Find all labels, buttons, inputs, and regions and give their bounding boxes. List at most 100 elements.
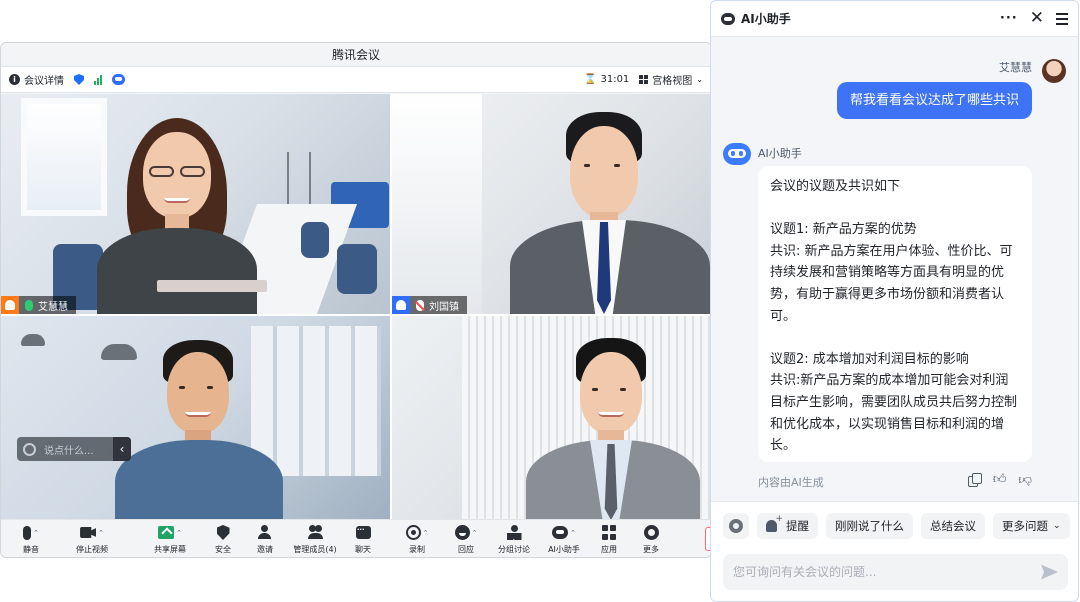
view-switch-button[interactable]: 宫格视图 ⌄ — [639, 72, 703, 87]
summarize-meeting-button[interactable]: 总结会议 — [921, 513, 985, 539]
ai-generated-note: 内容由AI生成 — [758, 476, 824, 489]
caret-up-icon[interactable]: ⌃ — [176, 529, 182, 537]
security-button[interactable]: 安全 — [203, 520, 243, 558]
video-tile-3[interactable] — [1, 316, 390, 521]
response-topic2-body: 共识:新产品方案的成本增加可能会对利润目标产生影响，需要团队成员共后努力控制和优… — [770, 373, 1018, 454]
ai-assistant-button[interactable]: ⌃ AI小助手 — [539, 520, 589, 558]
caret-up-icon[interactable]: ⌃ — [33, 529, 39, 537]
record-button[interactable]: ⌃ 录制 — [391, 520, 443, 558]
toolbar-label: AI小助手 — [548, 544, 580, 554]
response-heading: 会议的议题及共识如下 — [770, 179, 901, 194]
ai-assistant-icon[interactable] — [112, 74, 125, 85]
ask-question-field[interactable] — [723, 554, 1068, 590]
ai-panel-footer: 提醒 刚刚说了什么 总结会议 更多问题 ⌄ — [711, 501, 1078, 601]
meeting-info-bar: i 会议详情 ⌛ 31:01 宫格视图 ⌄ — [1, 67, 711, 93]
invite-button[interactable]: 邀请 — [243, 520, 287, 558]
quick-actions: 提醒 刚刚说了什么 总结会议 更多问题 ⌄ — [723, 513, 1070, 539]
user-avatar — [1042, 59, 1066, 83]
toolbar-label: 安全 — [215, 544, 231, 554]
shield-icon — [216, 525, 230, 540]
members-icon — [307, 525, 323, 540]
thumbs-up-icon[interactable]: 👍︎ — [993, 473, 1007, 486]
ai-assistant-panel: AI小助手 ··· ✕ 艾慧慧 帮我看看会议达成了哪些共识 AI小助手 会议的议… — [710, 0, 1079, 602]
mic-active-icon — [25, 299, 33, 311]
toolbar-label: 回应 — [458, 544, 474, 554]
close-icon[interactable]: ✕ — [1030, 10, 1044, 27]
copy-icon[interactable] — [967, 473, 982, 487]
caret-up-icon[interactable]: ⌃ — [423, 529, 429, 537]
participant-name: 刘国镇 — [429, 301, 459, 313]
send-icon[interactable] — [1041, 564, 1058, 580]
user-name: 艾慧慧 — [999, 61, 1032, 74]
thumbs-down-icon[interactable]: 👍︎ — [1018, 472, 1032, 487]
caret-up-icon[interactable]: ⌃ — [570, 529, 576, 537]
view-label: 宫格视图 — [652, 76, 693, 87]
info-icon: i — [9, 74, 20, 85]
meeting-window: 腾讯会议 i 会议详情 ⌛ 31:01 宫格视图 ⌄ 艾慧慧 刘国镇 说点什么.… — [0, 42, 712, 558]
breakout-rooms-button[interactable]: 分组讨论 — [489, 520, 539, 558]
emoji-icon[interactable] — [23, 442, 36, 456]
timer-text: 31:01 — [600, 74, 630, 85]
chevron-down-icon: ⌄ — [1053, 521, 1061, 531]
chevron-down-icon: ⌄ — [696, 75, 703, 84]
host-icon — [1, 296, 19, 314]
video-tile-2[interactable]: 刘国镇 — [392, 94, 711, 314]
chat-button[interactable]: 聊天 — [343, 520, 383, 558]
more-options-icon[interactable]: ··· — [1000, 11, 1018, 26]
toolbar-label: 录制 — [409, 544, 425, 554]
participant-name-tag: 刘国镇 — [392, 296, 467, 314]
record-icon — [405, 525, 421, 540]
gear-icon — [729, 519, 743, 533]
toolbar-label: 邀请 — [257, 544, 273, 554]
apps-icon — [601, 525, 617, 540]
meeting-info-label: 会议详情 — [24, 76, 64, 87]
ai-assistant-icon — [721, 12, 735, 25]
toolbar-label: 分组讨论 — [498, 544, 530, 554]
background-chair — [337, 244, 377, 294]
just-said-button[interactable]: 刚刚说了什么 — [826, 513, 913, 539]
remind-button[interactable]: 提醒 — [757, 513, 818, 539]
cohost-icon — [392, 296, 410, 314]
background-lamp — [21, 334, 45, 346]
mic-muted-icon — [416, 299, 424, 311]
more-button[interactable]: 更多 — [629, 520, 673, 558]
in-meeting-chat-input[interactable]: 说点什么... ‹ — [17, 437, 131, 461]
ai-bot-name: AI小助手 — [758, 147, 802, 160]
reaction-button[interactable]: ⌃ 回应 — [443, 520, 489, 558]
toolbar-label: 共享屏幕 — [154, 544, 186, 554]
response-topic1-body: 共识: 新产品方案在用户体验、性价比、可持续发展和营销策略等方面具有明显的优势，… — [770, 243, 1013, 324]
stop-video-button[interactable]: ⌃ 停止视频 — [61, 520, 123, 558]
ai-bot-avatar — [723, 143, 751, 167]
video-tile-4[interactable] — [392, 316, 711, 521]
caret-up-icon[interactable]: ⌃ — [98, 529, 104, 537]
gear-icon — [643, 525, 659, 540]
invite-icon — [257, 525, 273, 540]
response-topic1-title: 议题1: 新产品方案的优势 — [770, 222, 917, 238]
chevron-left-icon[interactable]: ‹ — [113, 437, 131, 461]
assistant-settings-button[interactable] — [723, 513, 749, 539]
share-screen-icon — [158, 526, 175, 539]
signal-icon[interactable] — [94, 74, 102, 85]
breakout-icon — [507, 525, 522, 540]
remind-label: 提醒 — [786, 519, 809, 533]
apps-button[interactable]: 应用 — [589, 520, 629, 558]
background-chair — [301, 222, 329, 258]
video-tile-1[interactable]: 艾慧慧 — [1, 94, 390, 314]
menu-icon[interactable] — [1056, 12, 1068, 25]
ask-question-input[interactable] — [733, 565, 1033, 579]
response-topic2-title: 议题2: 成本增加对利润目标的影响 — [770, 351, 969, 367]
share-screen-button[interactable]: ⌃ 共享屏幕 — [137, 520, 203, 558]
manage-members-button[interactable]: 管理成员(4) — [287, 520, 343, 558]
meeting-info-button[interactable]: i 会议详情 — [9, 72, 64, 87]
more-questions-button[interactable]: 更多问题 ⌄ — [993, 513, 1070, 539]
grid-view-icon — [639, 75, 649, 84]
toolbar-label: 应用 — [601, 544, 617, 554]
mute-button[interactable]: ⌃ 静音 — [1, 520, 61, 558]
background-window — [392, 94, 482, 314]
shield-icon[interactable] — [74, 74, 84, 85]
participant-video-man — [510, 112, 710, 314]
ai-assistant-icon — [552, 526, 569, 539]
toolbar-label: 更多 — [643, 544, 659, 554]
reaction-icon — [454, 525, 470, 540]
caret-up-icon[interactable]: ⌃ — [472, 529, 478, 537]
